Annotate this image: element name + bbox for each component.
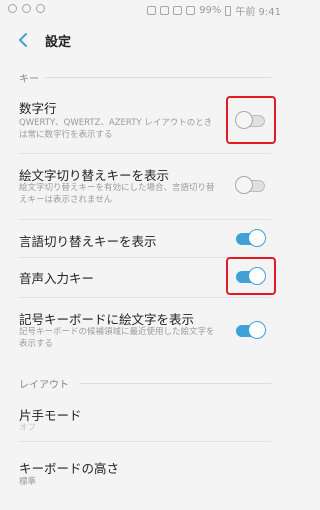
status-bar: 99% 午前 9:41 <box>0 0 287 20</box>
setting-subtitle: 記号キーボードの候補領域に最近使用した絵文字を表示する <box>19 327 215 349</box>
setting-subtitle: 標準 <box>19 477 37 487</box>
language-switch-key-toggle[interactable] <box>235 229 266 247</box>
row-divider <box>19 219 271 220</box>
row-divider <box>19 441 271 442</box>
app-bar: 設定 <box>0 20 287 62</box>
highlight-box <box>226 257 276 295</box>
setting-subtitle: オフ <box>19 423 37 433</box>
setting-subtitle: QWERTY、QWERTZ、AZERTY レイアウトのときは常に数字行を表示する <box>19 118 213 140</box>
row-divider <box>19 297 271 298</box>
section-header-keys: キー <box>19 74 39 85</box>
setting-keyboard-height[interactable]: キーボードの高さ 標準 <box>0 446 287 490</box>
back-button[interactable] <box>14 29 34 51</box>
setting-emoji-in-symbols[interactable]: 記号キーボードに絵文字を表示 記号キーボードの候補領域に最近使用した絵文字を表示… <box>0 300 287 358</box>
notification-icon <box>36 4 45 13</box>
setting-emoji-switch-key[interactable]: 絵文字切り替えキーを表示 絵文字切り替えキーを有効にした場合、言語切り替えキーは… <box>0 156 287 218</box>
setting-one-handed-mode[interactable]: 片手モード オフ <box>0 397 287 439</box>
notification-icon <box>8 4 17 13</box>
signal-icon <box>186 6 196 15</box>
section-divider <box>80 383 271 384</box>
mute-icon <box>160 6 170 15</box>
row-divider <box>19 153 271 154</box>
battery-percent: 99% <box>199 5 222 16</box>
nfc-icon <box>147 6 157 15</box>
section-divider <box>45 77 271 78</box>
battery-icon <box>225 5 232 16</box>
page-title: 設定 <box>45 35 72 50</box>
clock: 午前 9:41 <box>235 7 281 18</box>
toggle-knob <box>248 321 266 339</box>
setting-title: 音声入力キー <box>19 271 95 286</box>
setting-language-switch-key[interactable]: 言語切り替えキーを表示 <box>0 222 287 256</box>
toggle-knob <box>235 176 253 194</box>
setting-title: キーボードの高さ <box>19 461 120 476</box>
emoji-switch-key-toggle[interactable] <box>235 176 266 194</box>
emoji-in-symbols-toggle[interactable] <box>235 321 266 339</box>
chevron-left-icon <box>19 33 27 47</box>
setting-title: 言語切り替えキーを表示 <box>19 234 157 249</box>
setting-subtitle: 絵文字切り替えキーを有効にした場合、言語切り替えキーは表示されません <box>19 183 215 205</box>
wifi-icon <box>173 6 183 15</box>
status-icons: 99% 午前 9:41 <box>147 3 281 18</box>
notification-icon <box>22 4 31 13</box>
setting-title: 数字行 <box>19 101 57 116</box>
highlight-box <box>226 96 276 144</box>
toggle-knob <box>248 229 266 247</box>
notification-icons <box>8 4 45 13</box>
section-header-layout: レイアウト <box>19 380 69 391</box>
